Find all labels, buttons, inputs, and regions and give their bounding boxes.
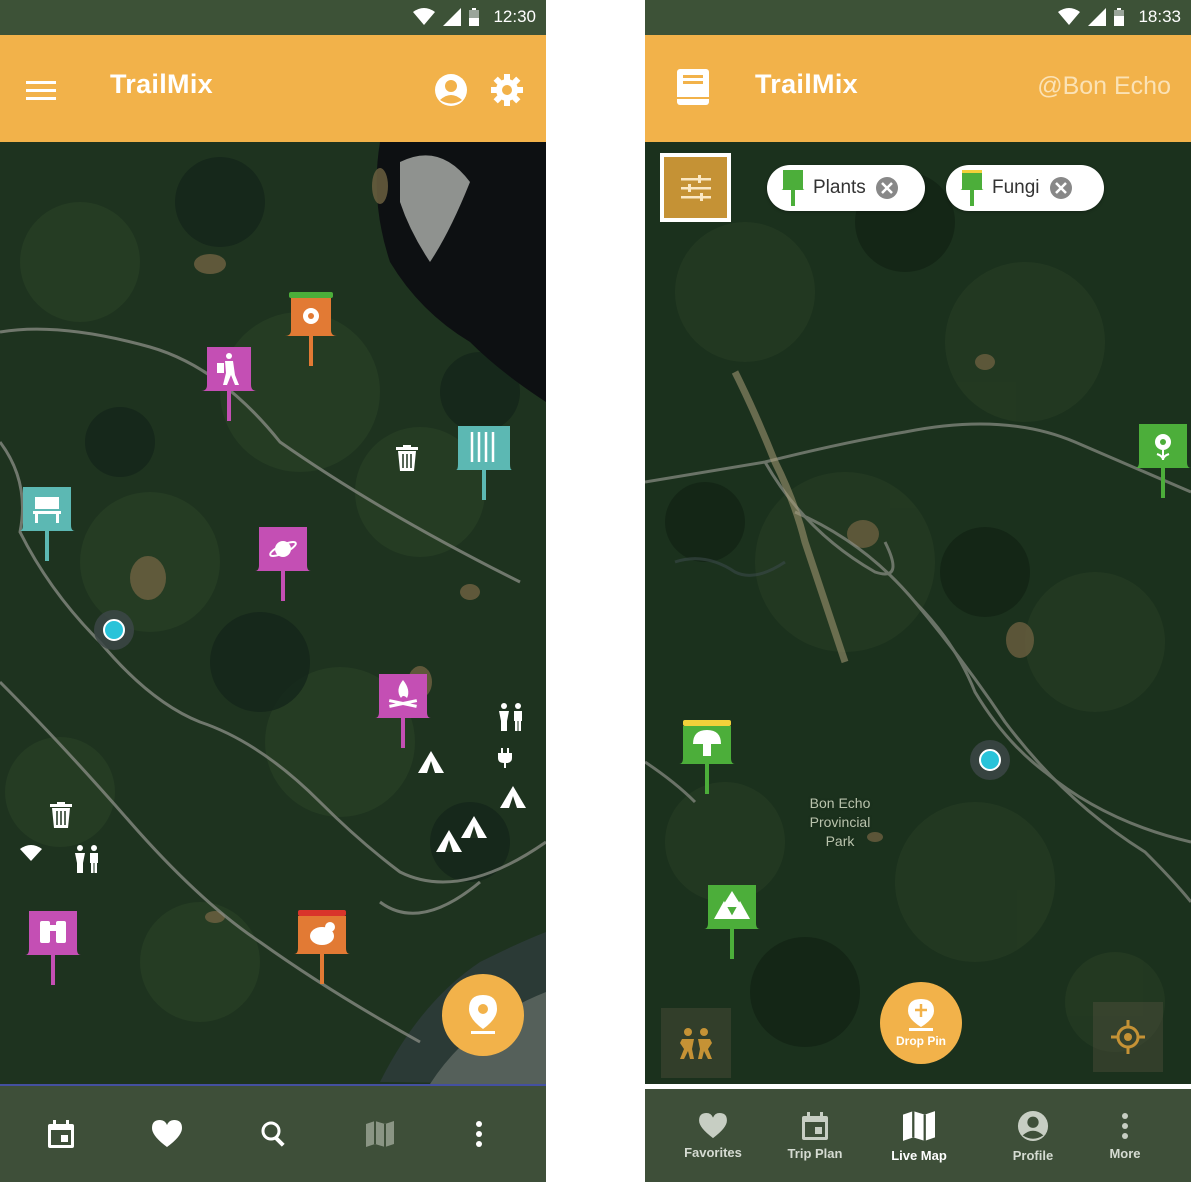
nav-label: Favorites [684,1145,742,1160]
settings-icon[interactable] [490,73,524,107]
menu-icon[interactable] [26,79,56,101]
map-view[interactable] [0,142,546,1084]
park-label-line: Bon Echo [809,795,871,811]
filter-chip-fungi[interactable]: Fungi [946,165,1104,211]
tent-icon [436,830,462,852]
pin-planet[interactable] [255,525,311,615]
search-icon[interactable] [260,1120,288,1148]
close-icon[interactable] [1049,177,1072,199]
status-time: 12:30 [493,7,536,26]
more-vert-icon[interactable] [475,1120,483,1148]
phone-screen-right: 18:33 TrailMix @Bon Echo Bon Echo Provin… [645,0,1191,1182]
chip-label: Plants [813,177,866,198]
pin-mushroom[interactable] [679,718,735,808]
bottom-navigation [0,1084,546,1182]
calendar-icon[interactable] [48,1120,74,1148]
map-view[interactable]: Bon Echo Provincial Park Plants Fungi Dr… [645,142,1191,1084]
pin-campfire[interactable] [375,672,431,762]
app-title: TrailMix [755,69,858,99]
restroom-icon [75,845,98,873]
battery-icon [469,8,480,26]
pin-hiker[interactable] [201,345,257,435]
my-location-button[interactable] [1093,1002,1163,1072]
drop-pin-fab[interactable]: Drop Pin [880,982,962,1064]
book-icon[interactable] [677,69,709,105]
park-label-line: Provincial [809,814,871,830]
nearby-people-button[interactable] [661,1008,731,1078]
nav-profile[interactable]: Profile [989,1089,1077,1182]
wifi-icon [413,8,436,25]
profile-icon [1017,1110,1049,1142]
signal-icon [1088,8,1107,26]
nav-live-map[interactable]: Live Map [875,1089,963,1182]
more-vert-icon [1122,1113,1128,1139]
pin-bench[interactable] [19,485,75,575]
pin-icon [781,170,805,206]
park-map-label: Bon Echo Provincial Park [800,794,880,851]
account-icon[interactable] [434,73,468,107]
nav-label: Live Map [891,1148,947,1163]
trash-icon [50,802,72,828]
tent-icon [500,786,526,808]
people-icon [680,1028,712,1059]
filter-button[interactable] [660,153,731,222]
add-location-icon [908,998,934,1031]
battery-icon [1114,8,1125,26]
location-label: @Bon Echo [1037,72,1171,100]
fab-label: Drop Pin [896,1033,946,1048]
pin-icon [960,170,984,206]
tune-icon [680,174,711,201]
restroom-icon [499,703,522,731]
drop-pin-fab[interactable] [442,974,524,1056]
trash-icon [396,445,418,471]
bottom-navigation: Favorites Trip Plan Live Map Profile Mor… [645,1089,1191,1182]
location-pin-icon [469,995,497,1034]
nav-label: Trip Plan [787,1146,843,1161]
pin-plant-flower[interactable] [1135,422,1191,512]
heart-icon[interactable] [152,1120,182,1148]
nav-label: Profile [1012,1148,1054,1163]
nav-more[interactable]: More [1085,1089,1165,1182]
plug-icon [498,748,512,768]
status-bar: 18:33 [645,0,1191,35]
nav-trip-plan[interactable]: Trip Plan [771,1089,859,1182]
pin-trees[interactable] [704,883,760,973]
tent-icon [418,751,444,773]
wifi-icon [20,845,42,861]
current-location-marker [970,740,1010,780]
pin-flower[interactable] [283,290,339,380]
park-label-line: Park [825,833,855,849]
flower-icon [303,308,319,324]
close-icon[interactable] [875,177,898,199]
status-bar: 12:30 [0,0,546,35]
current-location-marker [94,610,134,650]
pin-binoculars[interactable] [25,909,81,999]
nav-label: More [1109,1146,1141,1161]
chip-label: Fungi [992,177,1040,198]
filter-chip-plants[interactable]: Plants [767,165,925,211]
wifi-icon [1058,8,1081,25]
app-bar: TrailMix [0,35,546,142]
nav-favorites[interactable]: Favorites [669,1089,757,1182]
heart-icon [699,1113,727,1139]
tent-icon [461,816,487,838]
app-bar: TrailMix @Bon Echo [645,35,1191,142]
pin-waterfall[interactable] [456,424,512,514]
signal-icon [443,8,462,26]
map-icon [903,1111,935,1141]
status-time: 18:33 [1138,7,1181,26]
map-icon[interactable] [366,1120,394,1148]
calendar-icon [802,1112,828,1140]
phone-screen-left: 12:30 TrailMix [0,0,546,1182]
crosshair-icon [1111,1020,1145,1054]
pin-animal[interactable] [294,908,350,998]
app-title: TrailMix [110,69,213,99]
